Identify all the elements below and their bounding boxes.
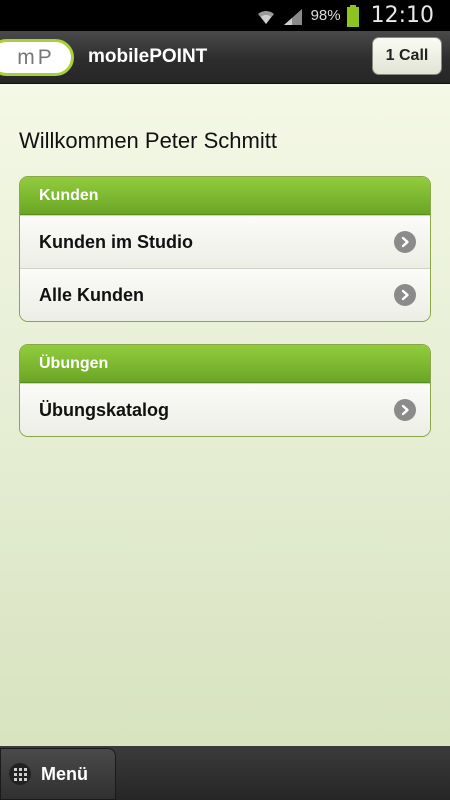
list-item-label: Alle Kunden [39, 284, 145, 305]
group-header: Kunden [20, 177, 430, 215]
app-logo[interactable]: mP [0, 39, 74, 76]
list-item-kunden-im-studio[interactable]: Kunden im Studio [20, 215, 430, 268]
group-kunden: Kunden Kunden im Studio Alle Kunden [19, 176, 431, 322]
signal-icon [283, 6, 305, 26]
menu-label: Menü [41, 763, 88, 784]
battery-icon [346, 4, 359, 27]
call-button[interactable]: 1 Call [372, 37, 442, 75]
app-header: mP mobilePOINT 1 Call [0, 31, 450, 84]
chevron-right-icon [394, 231, 416, 253]
clock: 12:10 [370, 3, 434, 28]
grid-menu-icon [9, 763, 31, 785]
bottom-bar: Menü [0, 746, 450, 800]
chevron-right-icon [394, 399, 416, 421]
battery-percent: 98% [310, 7, 341, 24]
list-item-label: Übungskatalog [39, 399, 170, 420]
list-item-label: Kunden im Studio [39, 231, 193, 252]
status-bar: 98% 12:10 [0, 0, 450, 31]
list-item-alle-kunden[interactable]: Alle Kunden [20, 268, 430, 321]
welcome-heading: Willkommen Peter Schmitt [19, 128, 277, 153]
group-uebungen: Übungen Übungskatalog [19, 344, 431, 437]
app-title: mobilePOINT [88, 46, 208, 67]
menu-button[interactable]: Menü [0, 748, 116, 800]
chevron-right-icon [394, 284, 416, 306]
list-item-uebungskatalog[interactable]: Übungskatalog [20, 383, 430, 436]
main-content: Willkommen Peter Schmitt Kunden Kunden i… [0, 84, 450, 746]
group-header: Übungen [20, 345, 430, 383]
wifi-icon [255, 6, 277, 26]
